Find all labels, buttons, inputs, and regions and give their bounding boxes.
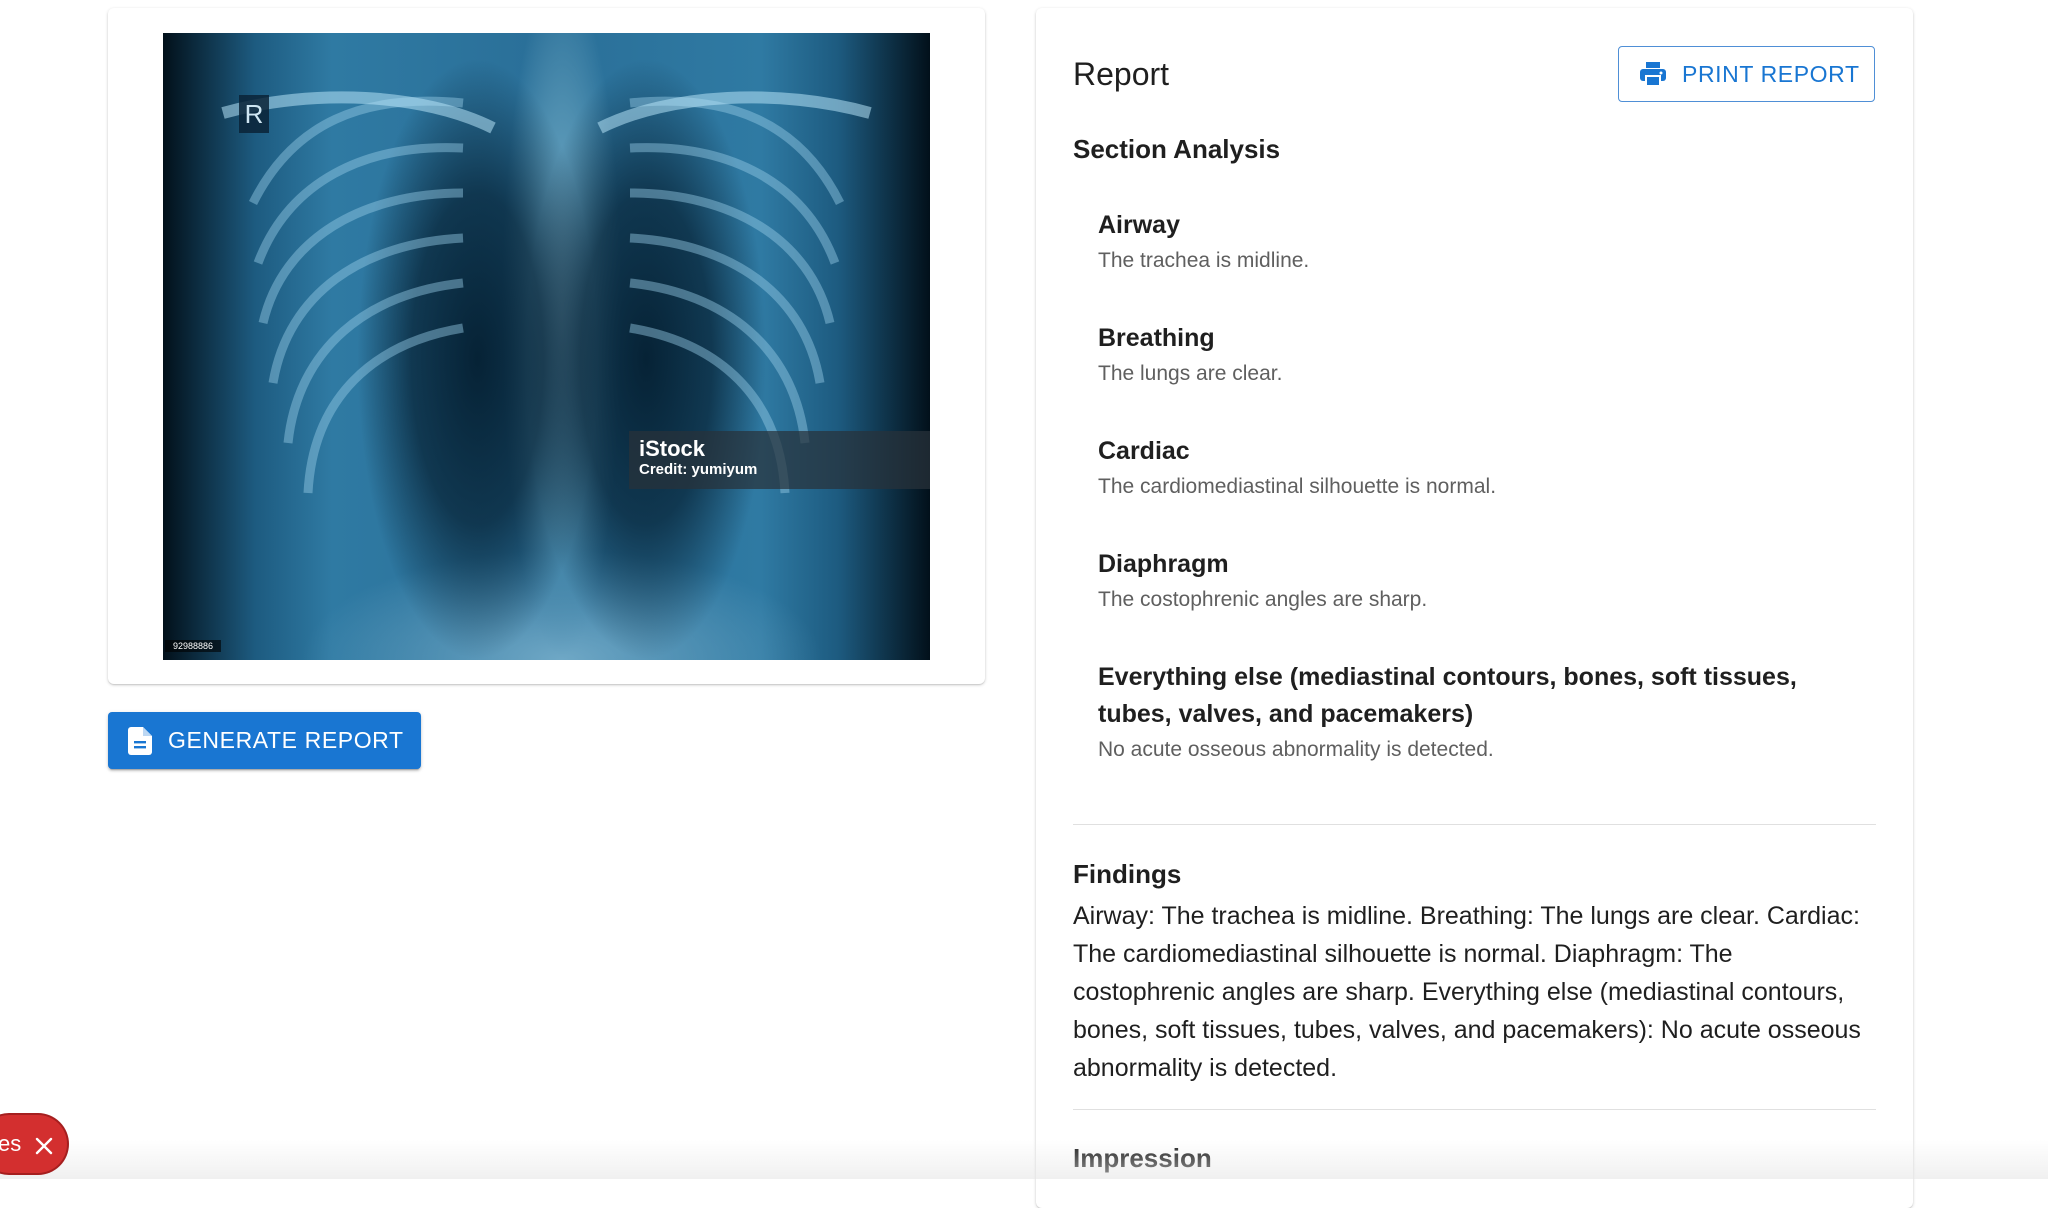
print-report-label: PRINT REPORT	[1682, 60, 1860, 87]
watermark-credit: Credit: yumiyum	[639, 461, 758, 478]
section-item-airway: Airway The trachea is midline.	[1098, 207, 1858, 276]
section-title: Breathing	[1098, 324, 1215, 352]
section-item-cardiac: Cardiac The cardiomediastinal silhouette…	[1098, 433, 1858, 502]
section-title: Everything else (mediastinal contours, b…	[1098, 663, 1797, 728]
section-text: The cardiomediastinal silhouette is norm…	[1098, 475, 1497, 498]
generate-report-button[interactable]: GENERATE REPORT	[108, 712, 421, 769]
generate-report-label: GENERATE REPORT	[168, 727, 404, 753]
printer-icon	[1639, 60, 1667, 88]
laterality-marker: R	[239, 95, 269, 133]
section-text: The trachea is midline.	[1098, 249, 1310, 272]
section-item-diaphragm: Diaphragm The costophrenic angles are sh…	[1098, 546, 1858, 615]
section-text: The costophrenic angles are sharp.	[1098, 588, 1428, 611]
section-title: Airway	[1098, 211, 1180, 239]
section-text: The lungs are clear.	[1098, 362, 1283, 385]
divider	[1073, 1109, 1876, 1110]
divider	[1073, 824, 1876, 825]
report-panel: Report PRINT REPORT Section Analysis Air…	[1036, 8, 1913, 1208]
image-id-label: 92988886	[165, 640, 222, 652]
chest-xray-image: R iStock Credit: yumiyum 92988886	[163, 33, 930, 660]
impression-heading: Impression	[1073, 1143, 1212, 1173]
rib-overlay	[221, 91, 872, 494]
stock-watermark: iStock Credit: yumiyum	[629, 431, 930, 489]
section-title: Diaphragm	[1098, 550, 1229, 578]
print-report-button[interactable]: PRINT REPORT	[1618, 46, 1875, 102]
section-item-breathing: Breathing The lungs are clear.	[1098, 320, 1858, 389]
xray-image-card: R iStock Credit: yumiyum 92988886	[108, 8, 985, 684]
section-text: No acute osseous abnormality is detected…	[1098, 738, 1494, 761]
section-analysis-heading: Section Analysis	[1073, 134, 1281, 164]
report-title: Report	[1073, 56, 1170, 92]
section-title: Cardiac	[1098, 437, 1190, 465]
document-icon	[128, 726, 152, 755]
findings-text: Airway: The trachea is midline. Breathin…	[1073, 902, 1861, 1082]
issues-chip[interactable]: es	[0, 1115, 67, 1173]
findings-heading: Findings	[1073, 859, 1182, 889]
close-icon[interactable]	[35, 1135, 53, 1155]
issues-chip-label: es	[0, 1131, 22, 1156]
watermark-logo: iStock	[639, 436, 706, 461]
section-item-everything-else: Everything else (mediastinal contours, b…	[1098, 659, 1858, 765]
